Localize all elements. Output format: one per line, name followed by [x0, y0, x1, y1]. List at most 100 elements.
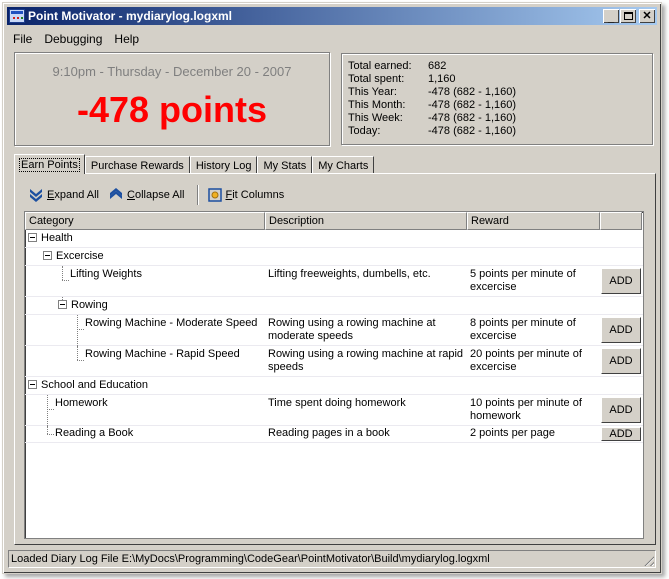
category-cell: Rowing	[25, 297, 265, 314]
stat-today: Today: -478 (682 - 1,160)	[348, 125, 652, 138]
category-cell: School and Education	[25, 377, 265, 394]
double-chevron-up-icon	[109, 188, 123, 202]
collapse-all-accel: C	[127, 189, 135, 201]
tree-connector	[77, 315, 78, 346]
reward-cell: 8 points per minute of excercise	[470, 317, 576, 342]
collapse-all-button[interactable]: Collapse All	[109, 188, 185, 202]
column-header-category[interactable]: Category	[25, 212, 265, 230]
stat-label: Total earned:	[348, 60, 412, 72]
app-icon	[9, 9, 25, 23]
tab-earn-points[interactable]: Earn Points	[14, 154, 85, 174]
collapse-all-label: ollapse All	[134, 189, 185, 201]
tree-group-row[interactable]: Health	[25, 230, 643, 248]
tree-connector	[62, 266, 63, 280]
stat-this-month: This Month: -478 (682 - 1,160)	[348, 99, 652, 112]
tree-connector	[77, 360, 84, 361]
group-name: Excercise	[56, 250, 104, 262]
tree-connector	[77, 329, 84, 330]
stat-label: Today:	[348, 125, 381, 137]
category-cell: Lifting Weights	[70, 268, 142, 280]
action-cell: ADD	[600, 346, 642, 376]
description-cell: Rowing using a rowing machine at moderat…	[268, 317, 436, 342]
add-button[interactable]: ADD	[601, 317, 641, 343]
close-button[interactable]: ✕	[639, 9, 655, 23]
collapse-toggle-icon[interactable]	[28, 233, 37, 242]
resize-grip-icon[interactable]	[642, 554, 654, 566]
category-cell: Health	[25, 230, 265, 247]
add-button[interactable]: ADD	[601, 268, 641, 294]
category-cell: Excercise	[25, 248, 265, 265]
group-name: School and Education	[41, 379, 149, 391]
stat-this-year: This Year: -478 (682 - 1,160)	[348, 86, 652, 99]
toolbar: Expand All Collapse All Fit Columns	[29, 184, 294, 206]
add-button[interactable]: ADD	[601, 427, 641, 441]
fit-columns-label: it Columns	[232, 189, 285, 201]
add-button[interactable]: ADD	[601, 348, 641, 374]
stat-this-week: This Week: -478 (682 - 1,160)	[348, 112, 652, 125]
stat-value: -478 (682 - 1,160)	[428, 99, 517, 111]
grid-header: Category Description Reward	[25, 212, 643, 230]
action-cell: ADD	[600, 426, 642, 442]
stat-value: 682	[428, 60, 447, 72]
tree-group-row[interactable]: School and Education	[25, 377, 643, 395]
expand-all-label: xpand All	[54, 189, 99, 201]
stat-value: -478 (682 - 1,160)	[428, 112, 517, 124]
stats-panel: Total earned: 682 Total spent: 1,160 This …	[341, 53, 653, 145]
tree-group-row[interactable]: Excercise	[25, 248, 643, 266]
tab-label: Earn Points	[19, 157, 80, 172]
tree-connector	[47, 434, 54, 435]
tree-item-row[interactable]: Lifting Weights Lifting freeweights, dum…	[25, 266, 643, 297]
collapse-toggle-icon[interactable]	[43, 251, 52, 260]
stat-label: This Year:	[348, 86, 397, 98]
status-text: Loaded Diary Log File E:\MyDocs\Programm…	[11, 553, 490, 565]
earn-points-tree-grid[interactable]: Category Description Reward Health Excer…	[24, 211, 644, 539]
reward-cell: 2 points per page	[470, 427, 556, 439]
fit-columns-button[interactable]: Fit Columns	[207, 188, 285, 202]
stat-label: This Week:	[348, 112, 403, 124]
menu-debugging[interactable]: Debugging	[38, 32, 108, 46]
expand-all-accel: E	[47, 189, 55, 201]
column-header-action	[600, 212, 642, 230]
stat-value: -478 (682 - 1,160)	[428, 86, 517, 98]
column-header-description[interactable]: Description	[265, 212, 467, 230]
status-bar: Loaded Diary Log File E:\MyDocs\Programm…	[8, 550, 656, 568]
column-header-reward[interactable]: Reward	[467, 212, 600, 230]
tab-label: My Charts	[318, 159, 369, 172]
description-cell: Rowing using a rowing machine at rapid s…	[268, 348, 464, 373]
tree-item-row[interactable]: Reading a Book Reading pages in a book 2…	[25, 426, 643, 443]
fit-columns-accel: F	[225, 189, 233, 201]
current-datetime: 9:10pm - Thursday - December 20 - 2007	[52, 64, 292, 79]
title-bar[interactable]: Point Motivator - mydiarylog.logxml _ ✕	[7, 7, 657, 25]
description-cell: Reading pages in a book	[268, 427, 390, 439]
maximize-button[interactable]	[620, 9, 636, 23]
tree-item-row[interactable]: Homework Time spent doing homework 10 po…	[25, 395, 643, 426]
tab-history-log[interactable]: History Log	[189, 156, 258, 174]
maximize-icon	[623, 12, 633, 20]
collapse-toggle-icon[interactable]	[58, 300, 67, 309]
tab-my-stats[interactable]: My Stats	[257, 156, 313, 174]
minimize-button[interactable]: _	[603, 9, 619, 23]
tree-item-row[interactable]: Rowing Machine - Moderate Speed Rowing u…	[25, 315, 643, 346]
double-chevron-down-icon	[29, 188, 43, 202]
expand-all-button[interactable]: Expand All	[29, 188, 99, 202]
tree-item-row[interactable]: Rowing Machine - Rapid Speed Rowing usin…	[25, 346, 643, 377]
points-summary-panel: 9:10pm - Thursday - December 20 - 2007 -…	[14, 52, 330, 146]
category-cell: Reading a Book	[55, 427, 134, 439]
tree-connector	[47, 426, 48, 434]
reward-cell: 10 points per minute of homework	[470, 397, 582, 422]
category-cell: Rowing Machine - Rapid Speed	[85, 348, 240, 360]
category-cell: Homework	[55, 397, 108, 409]
category-cell: Rowing Machine - Moderate Speed	[85, 317, 258, 329]
description-cell: Lifting freeweights, dumbells, etc.	[268, 268, 431, 280]
add-button[interactable]: ADD	[601, 397, 641, 423]
tree-connector	[62, 280, 69, 281]
tab-label: My Stats	[263, 159, 307, 172]
tab-my-charts[interactable]: My Charts	[312, 156, 375, 174]
stat-total-spent: Total spent: 1,160	[348, 73, 652, 86]
action-cell: ADD	[600, 395, 642, 425]
collapse-toggle-icon[interactable]	[28, 380, 37, 389]
menu-help[interactable]: Help	[108, 32, 145, 46]
menu-file[interactable]: File	[7, 32, 38, 46]
tree-group-row[interactable]: Rowing	[25, 297, 643, 315]
tab-purchase-rewards[interactable]: Purchase Rewards	[84, 156, 190, 174]
